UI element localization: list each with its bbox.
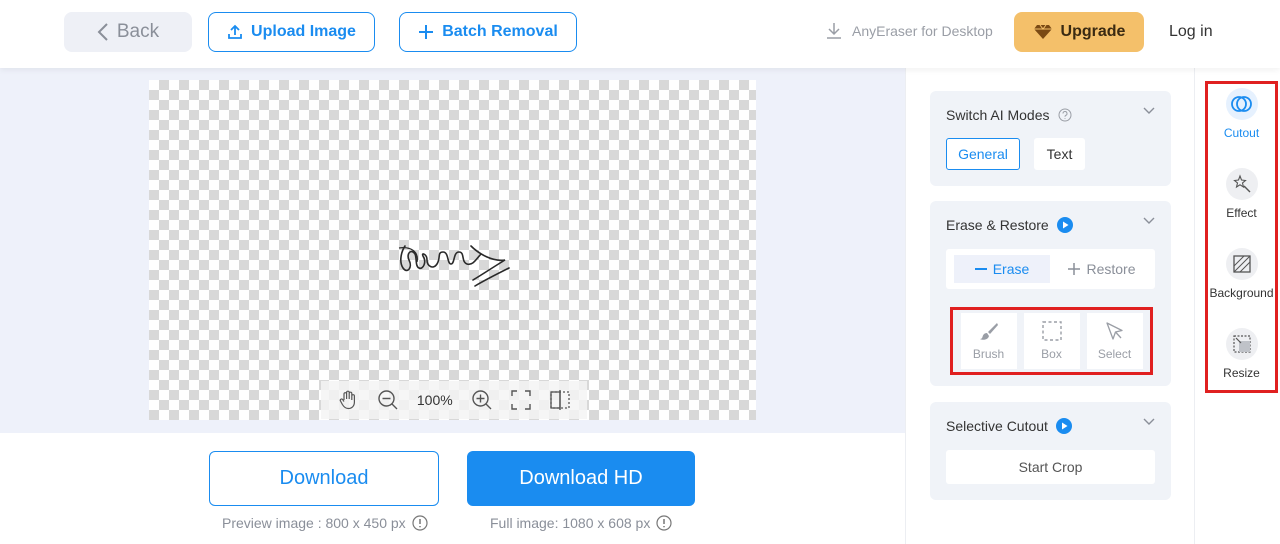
upload-image-button[interactable]: Upload Image (208, 12, 375, 52)
preview-info: Preview image : 800 x 450 px (222, 515, 428, 531)
brush-icon (979, 321, 999, 341)
resize-icon (1225, 328, 1258, 360)
erase-restore-card: Erase & Restore Erase Restore Brush Box … (930, 201, 1171, 386)
zoom-toolbar: 100% (321, 381, 587, 419)
play-video-icon[interactable] (1056, 217, 1073, 233)
minus-icon (974, 267, 987, 271)
upload-label: Upload Image (251, 23, 356, 40)
nav-background-label: Background (1209, 286, 1274, 300)
chevron-down-icon[interactable] (1143, 217, 1155, 225)
canvas-area (0, 68, 905, 433)
magic-wand-icon (1225, 168, 1258, 200)
compare-icon[interactable] (550, 389, 570, 411)
download-button[interactable]: Download (209, 451, 439, 506)
upgrade-button[interactable]: Upgrade (1014, 12, 1144, 52)
full-info: Full image: 1080 x 608 px (490, 515, 672, 531)
batch-removal-button[interactable]: Batch Removal (399, 12, 577, 52)
erase-restore-title: Erase & Restore (946, 217, 1073, 233)
erase-tab[interactable]: Erase (954, 255, 1050, 283)
restore-tab[interactable]: Restore (1054, 255, 1150, 283)
box-select-icon (1041, 321, 1062, 341)
zoom-level: 100% (416, 392, 453, 408)
upload-icon (227, 24, 243, 40)
mode-text-button[interactable]: Text (1034, 138, 1085, 170)
signature-image (398, 245, 510, 287)
plus-icon (418, 24, 434, 40)
mode-general-button[interactable]: General (946, 138, 1020, 170)
box-label: Box (1041, 347, 1062, 361)
ai-modes-card: Switch AI Modes General Text (930, 91, 1171, 186)
help-icon[interactable] (1058, 108, 1072, 122)
plus-icon (1068, 263, 1081, 275)
full-info-label: Full image: 1080 x 608 px (490, 515, 651, 531)
play-video-icon[interactable] (1055, 418, 1072, 434)
hand-pan-icon[interactable] (338, 390, 358, 410)
download-area: Download Download HD Preview image : 800… (0, 433, 905, 544)
brush-label: Brush (972, 347, 1005, 361)
restore-tab-label: Restore (1086, 261, 1136, 277)
back-label: Back (116, 21, 160, 42)
ai-modes-title-text: Switch AI Modes (946, 107, 1050, 123)
desktop-label: AnyEraser for Desktop (852, 23, 993, 39)
side-nav: Cutout Effect Background Resize (1205, 81, 1278, 393)
nav-resize[interactable]: Resize (1208, 328, 1275, 380)
background-icon (1225, 248, 1258, 280)
zoom-in-icon[interactable] (471, 389, 493, 411)
zoom-out-icon[interactable] (377, 389, 399, 411)
start-crop-button[interactable]: Start Crop (946, 450, 1155, 484)
nav-background[interactable]: Background (1208, 248, 1275, 300)
erase-restore-title-text: Erase & Restore (946, 217, 1049, 233)
ai-modes-title: Switch AI Modes (946, 107, 1072, 123)
info-icon[interactable] (412, 515, 428, 531)
image-canvas[interactable] (149, 80, 756, 420)
back-button[interactable]: Back (64, 12, 192, 52)
nav-effect[interactable]: Effect (1208, 168, 1275, 220)
info-icon[interactable] (656, 515, 672, 531)
download-icon (826, 22, 842, 40)
nav-cutout-label: Cutout (1223, 126, 1260, 140)
upgrade-label: Upgrade (1060, 23, 1126, 40)
nav-effect-label: Effect (1226, 206, 1257, 220)
batch-label: Batch Removal (442, 23, 558, 40)
chevron-down-icon[interactable] (1143, 107, 1155, 115)
diamond-icon (1033, 24, 1053, 40)
chevron-down-icon[interactable] (1143, 418, 1155, 426)
brush-tool[interactable]: Brush (960, 313, 1017, 369)
select-label: Select (1097, 347, 1132, 361)
nav-resize-label: Resize (1223, 366, 1260, 380)
desktop-app-link[interactable]: AnyEraser for Desktop (826, 22, 993, 40)
download-hd-button[interactable]: Download HD (467, 451, 695, 506)
cursor-icon (1105, 321, 1125, 341)
fit-screen-icon[interactable] (511, 390, 532, 410)
login-link[interactable]: Log in (1169, 23, 1213, 41)
preview-info-label: Preview image : 800 x 450 px (222, 515, 406, 531)
erase-tab-label: Erase (992, 261, 1030, 277)
chevron-left-icon (97, 23, 109, 41)
erase-restore-tabs: Erase Restore (946, 249, 1155, 289)
selective-cutout-title: Selective Cutout (946, 418, 1072, 434)
erase-tools-group: Brush Box Select (950, 307, 1153, 375)
select-tool[interactable]: Select (1086, 313, 1143, 369)
tools-panel: Switch AI Modes General Text Erase & Res… (905, 68, 1195, 544)
cutout-icon (1225, 88, 1258, 120)
box-tool[interactable]: Box (1023, 313, 1080, 369)
top-header: Back Upload Image Batch Removal AnyErase… (0, 0, 1280, 68)
selective-cutout-card: Selective Cutout Start Crop (930, 402, 1171, 500)
selective-cutout-title-text: Selective Cutout (946, 418, 1048, 434)
nav-cutout[interactable]: Cutout (1208, 88, 1275, 140)
